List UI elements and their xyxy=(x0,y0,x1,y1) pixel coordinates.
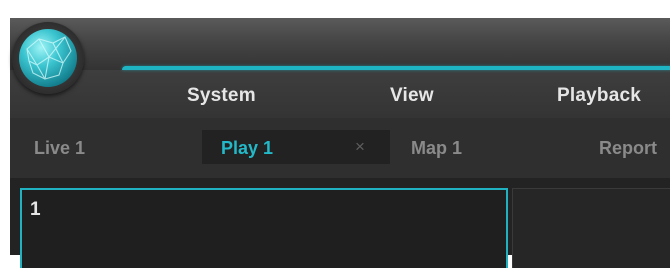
title-bar xyxy=(10,18,670,70)
tab-play-1[interactable]: Play 1 xyxy=(221,134,273,162)
video-pane-2[interactable] xyxy=(512,188,670,268)
menu-item-system[interactable]: System xyxy=(187,85,256,107)
close-icon[interactable]: × xyxy=(355,137,365,157)
menu-item-view[interactable]: View xyxy=(390,85,434,107)
globe-logo-icon xyxy=(19,29,77,87)
pane-number: 1 xyxy=(30,199,41,220)
accent-line xyxy=(122,66,670,70)
video-pane-1[interactable] xyxy=(20,188,508,268)
tab-map-1[interactable]: Map 1 xyxy=(411,134,462,162)
menu-item-playback[interactable]: Playback xyxy=(557,85,641,107)
tab-live-1[interactable]: Live 1 xyxy=(34,134,85,162)
app-logo[interactable] xyxy=(12,22,84,94)
tab-report[interactable]: Report xyxy=(599,134,657,162)
